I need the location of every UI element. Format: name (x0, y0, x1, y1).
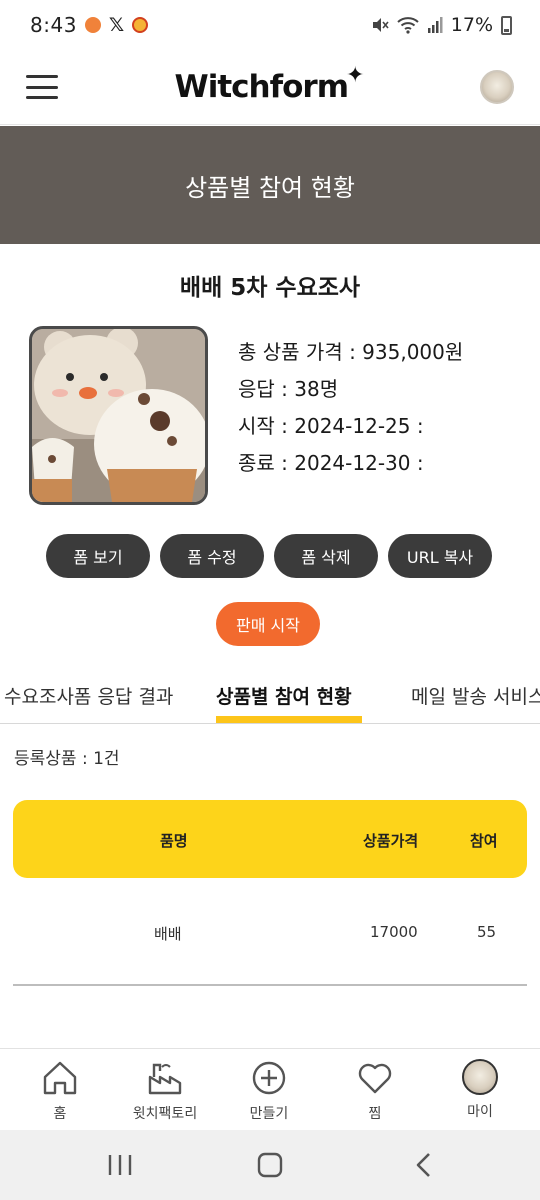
survey-info: 총 상품 가격 : 935,000원 응답 : 38명 시작 : 2024-12… (238, 334, 463, 482)
nav-create-label: 만들기 (249, 1106, 289, 1122)
nav-my-label: 마이 (467, 1104, 493, 1120)
active-tab-indicator (216, 716, 362, 723)
page-banner: 상품별 참여 현황 (0, 126, 540, 244)
logo-star-icon: ✦ (346, 63, 364, 88)
app-notification-icon (84, 17, 101, 33)
nav-wishlist-label: 찜 (368, 1106, 382, 1122)
tab-product-participation[interactable]: 상품별 참여 현황 (216, 682, 352, 709)
battery-percent: 17% (450, 14, 493, 36)
tab-survey-results[interactable]: 수요조사폼 응답 결과 (4, 682, 173, 709)
profile-avatar[interactable] (480, 70, 514, 104)
header-participation: 참여 (470, 832, 498, 850)
nav-my[interactable]: 마이 (435, 1059, 525, 1121)
start-sale-button[interactable]: 판매 시작 (216, 602, 320, 646)
tab-mail-service[interactable]: 메일 발송 서비스 (411, 682, 540, 709)
heart-icon (358, 1063, 392, 1094)
nav-wishlist[interactable]: 찜 (330, 1059, 420, 1123)
end-date: 종료 : 2024-12-30 : (238, 451, 424, 475)
signal-icon (427, 17, 443, 33)
witchform-logo[interactable]: Witchform ✦ (174, 63, 365, 105)
row-price: 17000 (370, 923, 418, 941)
nav-home[interactable]: 홈 (15, 1059, 105, 1123)
app-header: Witchform ✦ (0, 50, 540, 125)
edit-form-button[interactable]: 폼 수정 (160, 534, 264, 578)
home-button-icon[interactable] (256, 1150, 284, 1180)
factory-icon (148, 1063, 182, 1095)
logo-text: Witchform (174, 69, 349, 105)
table-row: 배배 17000 55 (13, 896, 527, 986)
copy-url-button[interactable]: URL 복사 (388, 534, 492, 578)
total-price: 총 상품 가격 : 935,000원 (238, 340, 464, 364)
header-name: 품명 (160, 832, 188, 850)
view-form-button[interactable]: 폼 보기 (46, 534, 150, 578)
row-participation: 55 (477, 923, 497, 941)
tab-bar: 수요조사폼 응답 결과 상품별 참여 현황 메일 발송 서비스 (0, 666, 540, 724)
start-date: 시작 : 2024-12-25 : (238, 414, 424, 438)
product-image (32, 329, 205, 502)
product-thumbnail (29, 326, 208, 505)
recent-apps-icon[interactable] (106, 1150, 134, 1180)
form-actions: 폼 보기 폼 수정 폼 삭제 URL 복사 (46, 534, 492, 578)
bottom-nav: 홈 윗치팩토리 만들기 찜 마이 (0, 1048, 540, 1130)
mute-icon (372, 18, 389, 32)
delete-form-button[interactable]: 폼 삭제 (274, 534, 378, 578)
status-bar: 8:43 𝕏 17% (0, 0, 540, 50)
status-time: 8:43 (30, 13, 77, 37)
table-header: 품명 상품가격 참여 (13, 800, 527, 878)
nav-factory[interactable]: 윗치팩토리 (120, 1059, 210, 1123)
home-icon (43, 1061, 77, 1095)
nav-create[interactable]: 만들기 (224, 1059, 314, 1123)
status-left: 8:43 𝕏 (30, 13, 149, 37)
battery-icon (501, 15, 512, 35)
nav-home-label: 홈 (53, 1106, 67, 1122)
response-count: 응답 : 38명 (238, 377, 339, 401)
header-price: 상품가격 (363, 832, 419, 850)
x-notification-icon: 𝕏 (108, 14, 125, 36)
bird-notification-icon (132, 17, 149, 33)
system-navigation-bar (0, 1130, 540, 1200)
survey-title: 배배 5차 수요조사 (179, 275, 361, 301)
nav-factory-label: 윗치팩토리 (132, 1106, 198, 1122)
wifi-icon (397, 17, 419, 34)
banner-title: 상품별 참여 현황 (185, 173, 355, 202)
plus-circle-icon (252, 1061, 286, 1095)
registered-count: 등록상품 : 1건 (14, 749, 120, 769)
my-avatar (462, 1059, 498, 1095)
back-icon[interactable] (410, 1150, 438, 1180)
menu-icon[interactable] (26, 75, 58, 99)
row-name: 배배 (154, 925, 182, 943)
status-right: 17% (371, 14, 512, 36)
